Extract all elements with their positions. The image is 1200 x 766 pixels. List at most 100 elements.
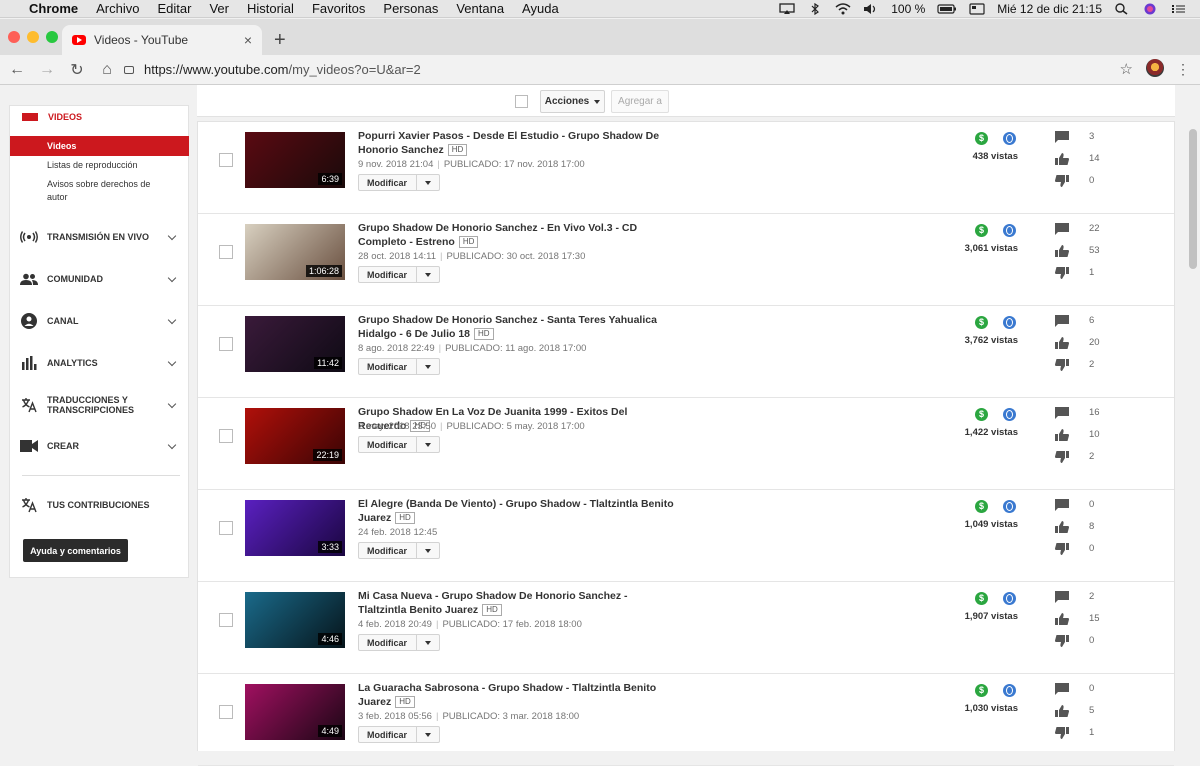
actions-dropdown-button[interactable]: Acciones — [540, 90, 605, 113]
public-icon[interactable] — [1003, 684, 1016, 697]
sidebar-section-contributions[interactable]: TUS CONTRIBUCIONES — [10, 493, 189, 517]
sidebar-section-create[interactable]: CREAR — [10, 434, 189, 458]
battery-icon[interactable] — [937, 3, 957, 15]
sidebar-item-playlists[interactable]: Listas de reproducción — [10, 159, 189, 172]
video-thumbnail[interactable]: 11:42 — [245, 316, 345, 372]
video-select-checkbox[interactable] — [219, 521, 233, 535]
video-select-checkbox[interactable] — [219, 613, 233, 627]
video-title[interactable]: Popurri Xavier Pasos - Desde El Estudio … — [358, 129, 678, 157]
modify-button[interactable]: Modificar — [358, 634, 440, 651]
airplay-icon[interactable] — [779, 2, 795, 15]
video-title[interactable]: Grupo Shadow De Honorio Sanchez - En Viv… — [358, 221, 678, 249]
menu-personas[interactable]: Personas — [374, 0, 447, 18]
video-thumbnail[interactable]: 6:39 — [245, 132, 345, 188]
address-bar[interactable]: https://www.youtube.com /my_videos?o=U&a… — [114, 57, 1139, 81]
video-thumbnail[interactable]: 1:06:28 — [245, 224, 345, 280]
public-icon[interactable] — [1003, 408, 1016, 421]
menu-favoritos[interactable]: Favoritos — [303, 0, 374, 18]
zoom-window-button[interactable] — [46, 31, 58, 43]
sidebar-section-analytics[interactable]: ANALYTICS — [10, 351, 189, 375]
video-title[interactable]: El Alegre (Banda De Viento) - Grupo Shad… — [358, 497, 678, 525]
spotlight-search-icon[interactable] — [1114, 2, 1130, 15]
sidebar-item-videos[interactable]: Videos — [10, 136, 189, 156]
volume-icon[interactable] — [863, 3, 879, 15]
new-tab-button[interactable]: + — [274, 29, 286, 52]
lock-icon[interactable] — [124, 66, 134, 74]
modify-button[interactable]: Modificar — [358, 174, 440, 191]
close-tab-icon[interactable]: × — [244, 32, 252, 48]
video-thumbnail[interactable]: 22:19 — [245, 408, 345, 464]
video-title[interactable]: Mi Casa Nueva - Grupo Shadow De Honorio … — [358, 589, 678, 617]
wifi-icon[interactable] — [835, 2, 851, 15]
video-select-checkbox[interactable] — [219, 245, 233, 259]
menu-app-name[interactable]: Chrome — [20, 0, 87, 18]
bookmark-star-icon[interactable]: ☆ — [1120, 60, 1133, 78]
modify-button[interactable]: Modificar — [358, 266, 440, 283]
modify-button[interactable]: Modificar — [358, 726, 440, 743]
caret-down-icon — [594, 99, 601, 104]
monetization-icon[interactable]: $ — [975, 316, 988, 329]
public-icon[interactable] — [1003, 316, 1016, 329]
modify-dropdown-icon[interactable] — [416, 543, 439, 558]
monetization-icon[interactable]: $ — [975, 684, 988, 697]
video-thumbnail[interactable]: 4:49 — [245, 684, 345, 740]
keyboard-icon[interactable] — [969, 2, 985, 15]
modify-button[interactable]: Modificar — [358, 358, 440, 375]
modify-dropdown-icon[interactable] — [416, 635, 439, 650]
sidebar-section-translations[interactable]: TRADUCCIONES Y TRANSCRIPCIONES — [10, 391, 189, 419]
menu-ayuda[interactable]: Ayuda — [513, 0, 568, 18]
modify-button[interactable]: Modificar — [358, 542, 440, 559]
add-to-button[interactable]: Agregar a — [611, 90, 669, 113]
minimize-window-button[interactable] — [27, 31, 39, 43]
modify-button[interactable]: Modificar — [358, 436, 440, 453]
video-select-checkbox[interactable] — [219, 337, 233, 351]
siri-icon[interactable] — [1142, 3, 1158, 15]
video-select-checkbox[interactable] — [219, 153, 233, 167]
video-thumbnail[interactable]: 4:46 — [245, 592, 345, 648]
browser-menu-icon[interactable]: ⋮ — [1176, 61, 1190, 78]
menu-historial[interactable]: Historial — [238, 0, 303, 18]
modify-dropdown-icon[interactable] — [416, 359, 439, 374]
monetization-icon[interactable]: $ — [975, 132, 988, 145]
menu-ver[interactable]: Ver — [200, 0, 238, 18]
monetization-icon[interactable]: $ — [975, 224, 988, 237]
monetization-icon[interactable]: $ — [975, 408, 988, 421]
public-icon[interactable] — [1003, 132, 1016, 145]
scrollbar-thumb[interactable] — [1189, 129, 1197, 269]
help-feedback-button[interactable]: Ayuda y comentarios — [23, 539, 128, 562]
public-icon[interactable] — [1003, 224, 1016, 237]
monetization-icon[interactable]: $ — [975, 500, 988, 513]
modify-dropdown-icon[interactable] — [416, 437, 439, 452]
reload-icon[interactable]: ↻ — [64, 60, 90, 80]
profile-avatar[interactable] — [1146, 59, 1164, 77]
sidebar-videos-heading[interactable]: VIDEOS — [22, 112, 82, 122]
back-arrow-icon[interactable]: ← — [4, 61, 30, 79]
bluetooth-icon[interactable] — [807, 2, 823, 15]
forward-arrow-icon[interactable]: → — [34, 61, 60, 79]
public-icon[interactable] — [1003, 592, 1016, 605]
select-all-checkbox[interactable] — [515, 95, 528, 108]
tab-title: Videos - YouTube — [94, 33, 189, 47]
close-window-button[interactable] — [8, 31, 20, 43]
modify-dropdown-icon[interactable] — [416, 727, 439, 742]
video-select-checkbox[interactable] — [219, 429, 233, 443]
menubar-clock[interactable]: Mié 12 de dic 21:15 — [997, 2, 1102, 16]
public-icon[interactable] — [1003, 500, 1016, 513]
menu-archivo[interactable]: Archivo — [87, 0, 148, 18]
sidebar-item-copyright-notices[interactable]: Avisos sobre derechos de autor — [10, 178, 160, 204]
page-scrollbar[interactable] — [1186, 85, 1200, 751]
video-title[interactable]: Grupo Shadow De Honorio Sanchez - Santa … — [358, 313, 678, 341]
modify-dropdown-icon[interactable] — [416, 175, 439, 190]
video-thumbnail[interactable]: 3:33 — [245, 500, 345, 556]
sidebar-section-channel[interactable]: CANAL — [10, 309, 189, 333]
notification-center-icon[interactable] — [1170, 3, 1186, 15]
video-title[interactable]: La Guaracha Sabrosona - Grupo Shadow - T… — [358, 681, 678, 709]
browser-tab[interactable]: Videos - YouTube × — [62, 25, 262, 55]
video-select-checkbox[interactable] — [219, 705, 233, 719]
sidebar-section-community[interactable]: COMUNIDAD — [10, 267, 189, 291]
sidebar-section-live[interactable]: TRANSMISIÓN EN VIVO — [10, 225, 189, 249]
menu-editar[interactable]: Editar — [148, 0, 200, 18]
modify-dropdown-icon[interactable] — [416, 267, 439, 282]
monetization-icon[interactable]: $ — [975, 592, 988, 605]
menu-ventana[interactable]: Ventana — [447, 0, 513, 18]
